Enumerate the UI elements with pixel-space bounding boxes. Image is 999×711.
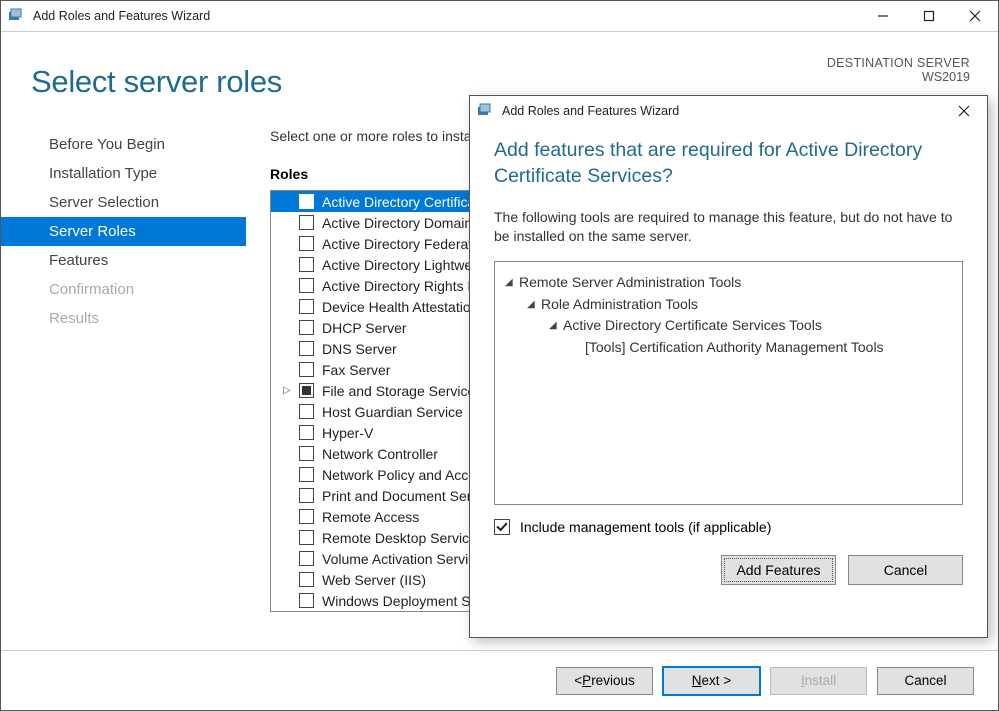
tree-expand-icon[interactable]: ◢ (549, 318, 563, 334)
add-features-dialog: Add Roles and Features Wizard Add featur… (469, 95, 988, 638)
nav: Before You BeginInstallation TypeServer … (1, 128, 246, 650)
nav-item-results: Results (1, 304, 246, 333)
nav-item-confirmation: Confirmation (1, 275, 246, 304)
checkbox-icon[interactable] (299, 488, 314, 503)
wizard-icon (7, 7, 25, 25)
nav-item-server-roles[interactable]: Server Roles (1, 217, 246, 246)
checkbox-icon[interactable] (299, 404, 314, 419)
expand-icon[interactable]: ▷ (283, 385, 291, 396)
checkbox-icon[interactable] (299, 341, 314, 356)
checkbox-icon[interactable] (299, 194, 314, 209)
checkbox-icon[interactable] (299, 299, 314, 314)
wizard-buttons: < Previous Next > Install Cancel (1, 650, 998, 710)
checkbox-icon[interactable] (299, 530, 314, 545)
checkbox-icon[interactable] (299, 551, 314, 566)
checkbox-icon[interactable] (299, 467, 314, 482)
checkbox-icon[interactable] (299, 362, 314, 377)
tree-label: [Tools] Certification Authority Manageme… (585, 337, 884, 359)
tree-item[interactable]: ◢Role Administration Tools (505, 294, 952, 316)
tree-expand-icon[interactable]: ◢ (527, 297, 541, 313)
wizard-icon (476, 102, 494, 120)
checkbox-icon[interactable] (299, 446, 314, 461)
add-features-button[interactable]: Add Features (721, 555, 836, 585)
titlebar[interactable]: Add Roles and Features Wizard (1, 1, 998, 32)
tree-expand-icon[interactable]: ◢ (505, 275, 519, 291)
tree-label: Role Administration Tools (541, 294, 698, 316)
role-label: Volume Activation Services (322, 551, 490, 567)
main-window: Add Roles and Features Wizard Select ser… (0, 0, 999, 711)
checkbox-icon[interactable] (299, 383, 314, 398)
minimize-button[interactable] (860, 1, 906, 32)
checkbox-icon[interactable] (299, 320, 314, 335)
maximize-button[interactable] (906, 1, 952, 32)
destination-server: WS2019 (827, 70, 970, 84)
role-label: Device Health Attestation (322, 299, 478, 315)
nav-item-features[interactable]: Features (1, 246, 246, 275)
cancel-button[interactable]: Cancel (877, 667, 974, 695)
checkbox-icon (494, 519, 510, 535)
role-label: DHCP Server (322, 320, 407, 336)
dialog-heading: Add features that are required for Activ… (494, 137, 963, 190)
checkbox-icon[interactable] (299, 257, 314, 272)
include-mgmt-checkbox[interactable]: Include management tools (if applicable) (494, 519, 963, 535)
checkbox-icon[interactable] (299, 593, 314, 608)
include-mgmt-label: Include management tools (if applicable) (520, 519, 771, 535)
role-label: Remote Desktop Services (322, 530, 484, 546)
checkbox-icon[interactable] (299, 236, 314, 251)
tree-label: Active Directory Certificate Services To… (563, 315, 822, 337)
destination-block: DESTINATION SERVER WS2019 (827, 56, 970, 84)
role-label: Hyper-V (322, 425, 373, 441)
checkbox-icon[interactable] (299, 509, 314, 524)
nav-item-before-you-begin[interactable]: Before You Begin (1, 130, 246, 159)
tree-item[interactable]: [Tools] Certification Authority Manageme… (505, 337, 952, 359)
nav-item-server-selection[interactable]: Server Selection (1, 188, 246, 217)
role-label: Fax Server (322, 362, 390, 378)
tree-item[interactable]: ◢Remote Server Administration Tools (505, 272, 952, 294)
checkbox-icon[interactable] (299, 425, 314, 440)
checkbox-icon[interactable] (299, 278, 314, 293)
role-label: Remote Access (322, 509, 419, 525)
dialog-title: Add Roles and Features Wizard (502, 104, 941, 118)
dialog-cancel-button[interactable]: Cancel (848, 555, 963, 585)
tree-label: Remote Server Administration Tools (519, 272, 741, 294)
nav-item-installation-type[interactable]: Installation Type (1, 159, 246, 188)
dialog-description: The following tools are required to mana… (494, 208, 963, 247)
checkbox-icon[interactable] (299, 572, 314, 587)
role-label: Host Guardian Service (322, 404, 463, 420)
window-title: Add Roles and Features Wizard (33, 9, 860, 23)
install-button: Install (770, 667, 867, 695)
checkbox-icon[interactable] (299, 215, 314, 230)
close-button[interactable] (952, 1, 998, 32)
dialog-close-button[interactable] (941, 96, 987, 127)
role-label: DNS Server (322, 341, 397, 357)
window-controls (860, 1, 998, 32)
dialog-titlebar[interactable]: Add Roles and Features Wizard (470, 96, 987, 127)
destination-label: DESTINATION SERVER (827, 56, 970, 70)
tree-item[interactable]: ◢Active Directory Certificate Services T… (505, 315, 952, 337)
role-label: Web Server (IIS) (322, 572, 426, 588)
role-label: Network Controller (322, 446, 438, 462)
previous-button[interactable]: < Previous (556, 667, 653, 695)
next-button[interactable]: Next > (663, 667, 760, 695)
features-tree[interactable]: ◢Remote Server Administration Tools◢Role… (494, 261, 963, 505)
